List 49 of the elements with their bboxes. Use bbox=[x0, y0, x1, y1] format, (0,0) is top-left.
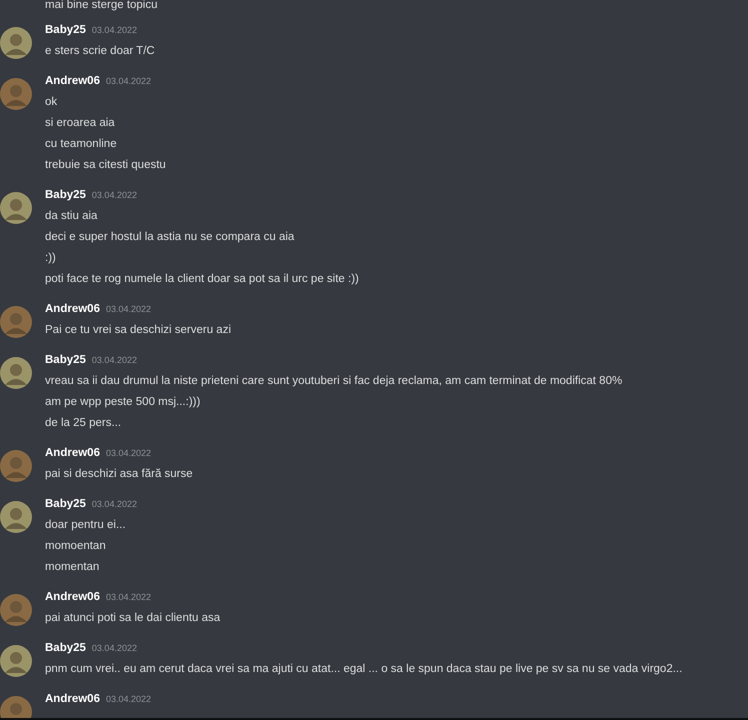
username[interactable]: Baby25 bbox=[45, 354, 86, 366]
message-text: da stiu aia bbox=[45, 209, 98, 224]
username[interactable]: Andrew06 bbox=[45, 591, 100, 603]
message-text: deci e super hostul la astia nu se compara cu aia bbox=[45, 230, 296, 245]
username[interactable]: Baby25 bbox=[45, 189, 86, 201]
avatar[interactable] bbox=[0, 306, 32, 338]
message-text: vreau sa ii dau drumul la niste prieteni care sunt youtuberi si fac deja reclama, am cam terminat de modificat 80% bbox=[45, 374, 622, 389]
message-text: ok bbox=[45, 95, 58, 110]
timestamp: 03.04.2022 bbox=[92, 499, 137, 509]
message-text: Pai ce tu vrei sa deschizi serveru azi bbox=[45, 323, 231, 338]
timestamp: 03.04.2022 bbox=[92, 643, 137, 653]
message-text: doar pentru ei... bbox=[45, 518, 127, 533]
timestamp: 03.04.2022 bbox=[92, 190, 137, 200]
message-text: trebuie sa citesti questu bbox=[45, 158, 166, 173]
avatar[interactable] bbox=[0, 594, 32, 626]
message-text: si eroarea aia bbox=[45, 116, 116, 131]
message-text: pnm cum vrei.. eu am cerut daca vrei sa ma ajuti cu atat... egal ... o sa le spun daca stau pe live pe sv sa nu se vada virgo2... bbox=[45, 662, 682, 677]
avatar[interactable] bbox=[0, 78, 32, 110]
timestamp: 03.04.2022 bbox=[92, 25, 137, 35]
username[interactable]: Andrew06 bbox=[45, 303, 100, 315]
message-text: am pe wpp peste 500 msj...:))) bbox=[45, 395, 202, 410]
username[interactable]: Andrew06 bbox=[45, 75, 100, 87]
username[interactable]: Baby25 bbox=[45, 498, 86, 510]
message-text: mai bine sterge topicu bbox=[44, 0, 159, 11]
timestamp: 03.04.2022 bbox=[106, 448, 152, 458]
message-text: cu teamonline bbox=[45, 137, 118, 152]
message-text: poti face te rog numele la client doar sa pot sa il urc pe site :)) bbox=[45, 272, 359, 287]
username[interactable]: Andrew06 bbox=[45, 693, 100, 705]
message-text: e sters scrie doar T/C bbox=[45, 44, 155, 59]
avatar[interactable] bbox=[0, 357, 32, 389]
avatar[interactable] bbox=[0, 501, 32, 533]
timestamp: 03.04.2022 bbox=[92, 355, 137, 365]
timestamp: 03.04.2022 bbox=[106, 304, 152, 314]
message-text: momoentan bbox=[45, 539, 107, 554]
timestamp: 03.04.2022 bbox=[106, 592, 152, 602]
message-text: de la 25 pers... bbox=[45, 416, 122, 431]
message-text: :)) bbox=[45, 251, 57, 266]
avatar[interactable] bbox=[0, 192, 32, 224]
message-text: pai si deschizi asa fără surse bbox=[45, 467, 193, 482]
timestamp: 03.04.2022 bbox=[106, 76, 152, 86]
message-text: momentan bbox=[45, 560, 100, 575]
username[interactable]: Andrew06 bbox=[45, 447, 100, 459]
username[interactable]: Baby25 bbox=[45, 24, 86, 36]
avatar[interactable] bbox=[0, 645, 32, 677]
avatar[interactable] bbox=[0, 27, 32, 59]
username[interactable]: Baby25 bbox=[45, 642, 86, 654]
message-text: pai atunci poti sa le dai clientu asa bbox=[45, 611, 220, 626]
avatar[interactable] bbox=[0, 450, 32, 482]
timestamp: 03.04.2022 bbox=[106, 694, 152, 704]
